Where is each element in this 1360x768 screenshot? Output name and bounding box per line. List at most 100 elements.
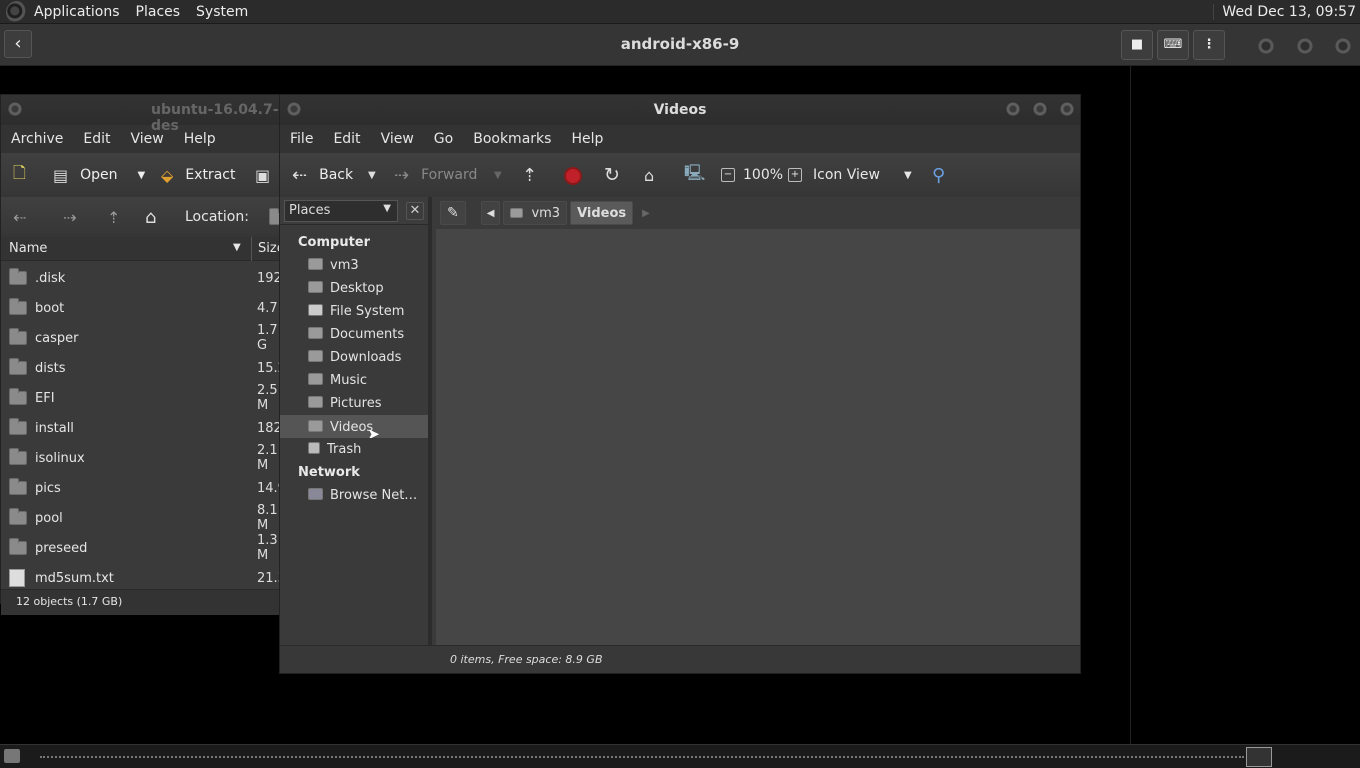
- go-menu[interactable]: Go: [434, 131, 453, 147]
- view-menu[interactable]: View: [381, 131, 414, 147]
- sidebar-item-music[interactable]: Music: [280, 369, 428, 392]
- nautilus-titlebar[interactable]: Videos: [280, 95, 1080, 125]
- list-item[interactable]: boot 4.7: [1, 293, 289, 323]
- sidebar-type-select[interactable]: Places ▼: [284, 199, 398, 222]
- places-menu[interactable]: Places: [136, 4, 181, 20]
- extract-button[interactable]: ⬙ Extract: [161, 166, 235, 185]
- sidebar-item-documents[interactable]: Documents: [280, 323, 428, 346]
- sidebar-item-label: Pictures: [330, 396, 382, 411]
- list-item[interactable]: EFI 2.5 M: [1, 383, 289, 413]
- sidebar-item-vm3[interactable]: vm3: [280, 254, 428, 277]
- keyboard-icon[interactable]: ⌨: [1157, 30, 1189, 60]
- zoom-out-icon[interactable]: −: [721, 168, 735, 182]
- back-arrow-icon[interactable]: ⇠: [13, 208, 26, 227]
- folder-icon: [9, 478, 27, 495]
- file-name: install: [35, 420, 74, 436]
- list-item[interactable]: casper 1.7 G: [1, 323, 289, 353]
- clock[interactable]: Wed Dec 13, 09:57: [1213, 4, 1356, 20]
- bookmarks-menu[interactable]: Bookmarks: [473, 131, 551, 147]
- list-item[interactable]: preseed 1.3 M: [1, 533, 289, 563]
- applications-menu[interactable]: Applications: [34, 4, 120, 20]
- debian-logo-icon[interactable]: [6, 0, 28, 23]
- archive-location-bar: ⇠ ⇢ ⇡ ⌂ Location:: [1, 197, 289, 237]
- list-item[interactable]: install 182: [1, 413, 289, 443]
- list-item[interactable]: dists 15.2: [1, 353, 289, 383]
- zoom-in-icon[interactable]: +: [788, 168, 802, 182]
- nautilus-menubar: File Edit View Go Bookmarks Help: [280, 125, 1080, 153]
- sidebar-item-file-system[interactable]: File System: [280, 300, 428, 323]
- forward-label: Forward: [421, 167, 478, 183]
- location-label: Location:: [185, 209, 249, 225]
- view-mode-select[interactable]: Icon View: [813, 167, 880, 183]
- downloads-folder-icon: [308, 350, 323, 362]
- view-mode-chevron-icon[interactable]: ▼: [904, 170, 912, 181]
- system-menu[interactable]: System: [196, 4, 248, 20]
- file-name: isolinux: [35, 450, 85, 466]
- sort-chevron-icon[interactable]: ▼: [233, 242, 241, 253]
- stop-button[interactable]: ■: [1121, 30, 1153, 60]
- list-item[interactable]: isolinux 2.1 M: [1, 443, 289, 473]
- stop-icon[interactable]: [564, 167, 582, 185]
- home-folder-icon[interactable]: ⌂: [644, 166, 654, 185]
- pictures-folder-icon: [308, 396, 323, 408]
- back-button[interactable]: ⇠ Back: [292, 165, 353, 186]
- sidebar-item-downloads[interactable]: Downloads: [280, 346, 428, 369]
- bottom-panel: [0, 744, 1360, 768]
- file-view[interactable]: ✎ ◀ vm3 Videos ▶: [436, 197, 1080, 645]
- sidebar-item-browse-network[interactable]: Browse Net…: [280, 484, 428, 507]
- chevron-down-icon[interactable]: ▼: [138, 170, 146, 181]
- file-menu[interactable]: File: [290, 131, 313, 147]
- name-column[interactable]: Name: [9, 241, 47, 256]
- edit-menu[interactable]: Edit: [333, 131, 360, 147]
- forward-history-chevron-icon[interactable]: ▼: [494, 170, 502, 181]
- forward-button[interactable]: ⇢ Forward: [394, 165, 477, 186]
- sidebar-item-label: Desktop: [330, 281, 384, 296]
- open-button[interactable]: ▤ Open ▼: [53, 166, 145, 185]
- close-icon[interactable]: [1334, 37, 1352, 55]
- close-icon[interactable]: [1059, 101, 1075, 117]
- places-sidebar: Places ▼ ✕ Computer vm3 Desktop File Syst…: [280, 197, 432, 645]
- list-item[interactable]: md5sum.txt 21.3: [1, 563, 289, 589]
- show-desktop-icon[interactable]: [4, 749, 20, 763]
- home-icon[interactable]: ⌂: [145, 207, 156, 228]
- computer-icon[interactable]: 🖳: [684, 162, 705, 189]
- nautilus-status: 0 items, Free space: 8.9 GB: [280, 645, 1080, 673]
- back-history-chevron-icon[interactable]: ▼: [368, 170, 376, 181]
- file-name: pool: [35, 510, 63, 526]
- up-arrow-icon[interactable]: ⇡: [522, 165, 537, 186]
- archive-titlebar[interactable]: ubuntu-16.04.7-des: [1, 95, 289, 134]
- close-sidebar-icon[interactable]: ✕: [406, 201, 424, 220]
- path-scroll-left-button[interactable]: ◀: [480, 201, 501, 225]
- maximize-icon[interactable]: [1032, 101, 1048, 117]
- minimize-icon[interactable]: [1257, 37, 1275, 55]
- list-item[interactable]: pool 8.1 M: [1, 503, 289, 533]
- help-menu[interactable]: Help: [571, 131, 603, 147]
- forward-arrow-icon: ⇢: [394, 164, 410, 186]
- add-files-icon[interactable]: ▣: [255, 166, 270, 185]
- file-name: boot: [35, 300, 65, 316]
- sidebar-item-trash[interactable]: Trash: [280, 438, 428, 461]
- toggle-location-entry-button[interactable]: ✎: [440, 201, 466, 225]
- maximize-icon[interactable]: [1296, 37, 1314, 55]
- forward-arrow-icon[interactable]: ⇢: [63, 208, 76, 227]
- sidebar-item-pictures[interactable]: Pictures: [280, 392, 428, 415]
- path-scroll-right-icon[interactable]: ▶: [642, 208, 650, 219]
- sidebar-item-desktop[interactable]: Desktop: [280, 277, 428, 300]
- up-arrow-icon[interactable]: ⇡: [107, 208, 120, 227]
- file-size: 4.7: [257, 300, 278, 316]
- reload-icon[interactable]: ↻: [604, 164, 620, 186]
- more-menu-icon[interactable]: ⋮: [1193, 30, 1225, 60]
- search-icon[interactable]: ⚲: [932, 165, 945, 186]
- sidebar-item-videos[interactable]: Videos➤: [280, 415, 428, 438]
- new-archive-icon[interactable]: 🗋: [13, 162, 26, 189]
- zoom-level[interactable]: 100%: [743, 167, 783, 183]
- path-label: vm3: [531, 205, 561, 221]
- path-vm3-button[interactable]: vm3: [503, 201, 568, 225]
- workspace-switcher[interactable]: [1246, 747, 1272, 767]
- sidebar-item-label: Downloads: [330, 350, 402, 365]
- path-videos-button[interactable]: Videos: [570, 201, 634, 225]
- list-item[interactable]: .disk 192: [1, 263, 289, 293]
- minimize-icon[interactable]: [1005, 101, 1021, 117]
- music-folder-icon: [308, 373, 323, 385]
- list-item[interactable]: pics 14.9: [1, 473, 289, 503]
